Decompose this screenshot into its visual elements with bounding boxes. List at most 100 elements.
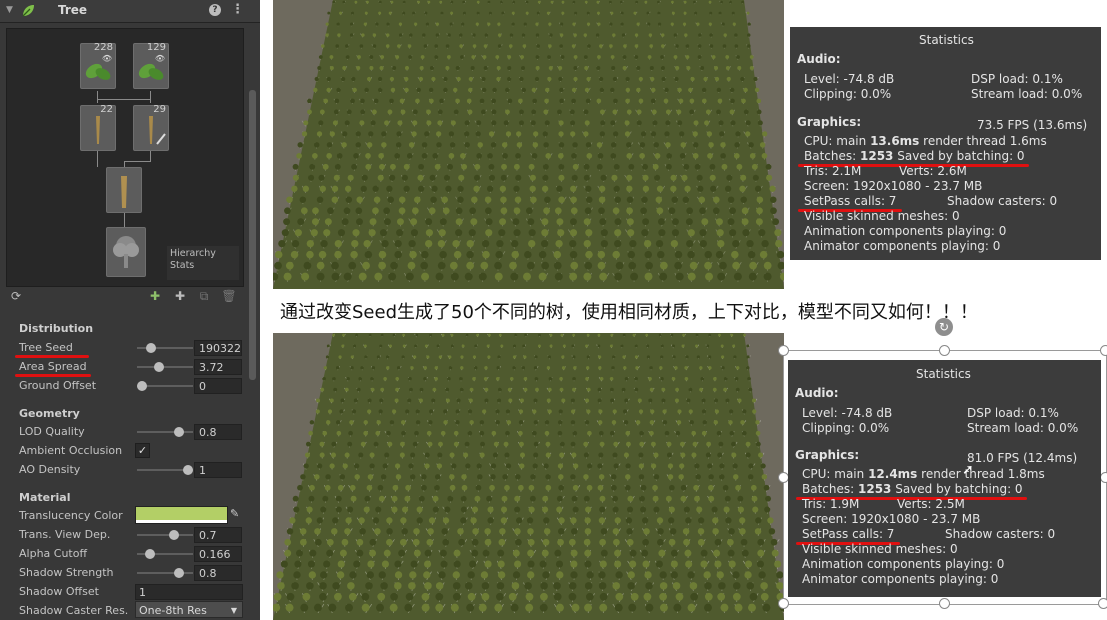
- distribution-header: Distribution: [19, 322, 94, 335]
- slider-thumb[interactable]: [169, 530, 180, 540]
- tris: Tris: 1.9M: [802, 497, 860, 511]
- kebab-menu-icon[interactable]: ⋮: [231, 2, 244, 17]
- stream-load: Stream load: 0.0%: [971, 87, 1083, 101]
- tree-seed-label: Tree Seed: [19, 341, 73, 354]
- alpha-cutoff-slider[interactable]: [137, 549, 193, 559]
- tree-grid-render: [273, 0, 784, 289]
- translucency-color-swatch[interactable]: [135, 506, 228, 524]
- slider-thumb[interactable]: [173, 568, 184, 578]
- hierarchy-stats-label: Hierarchy Stats: [167, 246, 239, 280]
- mouse-cursor-icon: ➚: [962, 462, 974, 478]
- branch-group-node[interactable]: 29: [133, 104, 169, 151]
- inspector-scrollbar[interactable]: [249, 90, 256, 380]
- graphics-header: Graphics:: [795, 448, 860, 462]
- add-branch-group-icon[interactable]: ✚: [170, 287, 190, 305]
- area-spread-label: Area Spread: [19, 360, 87, 373]
- tree-inspector-panel: ▼ Tree ? ⋮ 228 👁 129 👁 22 29 Hierarchy S…: [0, 0, 260, 620]
- ao-density-label: AO Density: [19, 463, 81, 476]
- add-leaf-group-icon[interactable]: ✚: [145, 287, 165, 305]
- root-node[interactable]: [106, 227, 146, 277]
- ambient-occlusion-checkbox[interactable]: ✓: [135, 443, 150, 458]
- tree-hierarchy-view[interactable]: 228 👁 129 👁 22 29 Hierarchy Stats: [6, 28, 244, 287]
- trans-view-dep-label: Trans. View Dep.: [19, 528, 111, 541]
- cpu-line: CPU: main 13.6ms render thread 1.6ms: [804, 134, 1047, 148]
- setpass-calls: SetPass calls: 7: [804, 194, 897, 208]
- hierarchy-toolbar: ⟳ ✚ ✚ ⧉ 🗑: [6, 287, 242, 305]
- statistics-panel-top: Statistics Audio: Level: -74.8 dB DSP lo…: [790, 27, 1101, 260]
- geometry-header: Geometry: [19, 407, 80, 420]
- delete-group-icon[interactable]: 🗑: [219, 287, 239, 305]
- audio-level: Level: -74.8 dB: [802, 406, 893, 420]
- shadow-strength-field[interactable]: 0.8: [194, 565, 242, 581]
- tree-component-icon: [20, 3, 36, 22]
- area-spread-field[interactable]: 3.72: [194, 359, 242, 375]
- audio-header: Audio:: [795, 386, 839, 400]
- component-title: Tree: [58, 3, 88, 17]
- slider-thumb[interactable]: [146, 343, 157, 353]
- stats-title: Statistics: [919, 33, 974, 47]
- resize-handle[interactable]: [939, 345, 950, 356]
- shadow-caster-res-dropdown[interactable]: One-8th Res ▼: [135, 601, 243, 618]
- shadow-strength-slider[interactable]: [137, 568, 193, 578]
- lod-quality-slider[interactable]: [137, 427, 193, 437]
- shadow-casters: Shadow casters: 0: [945, 527, 1056, 541]
- fps: 81.0 FPS (12.4ms): [967, 451, 1078, 465]
- leaf-group-node[interactable]: 129 👁: [133, 42, 169, 89]
- slider-thumb[interactable]: [173, 427, 184, 437]
- shadow-caster-res-label: Shadow Caster Res.: [19, 604, 129, 617]
- ao-density-field[interactable]: 1: [194, 462, 242, 478]
- graphics-header: Graphics:: [797, 115, 862, 129]
- resize-handle[interactable]: [778, 345, 789, 356]
- branch-group-node[interactable]: 22: [80, 104, 116, 151]
- ground-offset-field[interactable]: 0: [194, 378, 242, 394]
- refresh-icon[interactable]: ⟳: [6, 287, 26, 305]
- alpha-cutoff-label: Alpha Cutoff: [19, 547, 88, 560]
- tree-seed-field[interactable]: 190322: [194, 340, 242, 356]
- translucency-color-label: Translucency Color: [19, 509, 123, 522]
- leaf-group-node[interactable]: 228 👁: [80, 42, 116, 89]
- ground-offset-slider[interactable]: [137, 381, 193, 391]
- tree-grid-render: [273, 333, 784, 620]
- trans-view-dep-field[interactable]: 0.7: [194, 527, 242, 543]
- trans-view-dep-slider[interactable]: [137, 530, 193, 540]
- animation-components: Animation components playing: 0: [802, 557, 1005, 571]
- scene-viewport-top[interactable]: [273, 0, 784, 289]
- slider-thumb[interactable]: [144, 549, 155, 559]
- slider-thumb[interactable]: [183, 465, 193, 475]
- ground-offset-label: Ground Offset: [19, 379, 97, 392]
- dsp-load: DSP load: 0.1%: [971, 72, 1063, 86]
- setpass-calls: SetPass calls: 7: [802, 527, 895, 541]
- red-underline: [15, 355, 89, 358]
- resize-handle[interactable]: [939, 598, 950, 609]
- slider-thumb[interactable]: [154, 362, 165, 372]
- dropdown-arrow-icon: ▼: [230, 606, 237, 615]
- fps: 73.5 FPS (13.6ms): [977, 118, 1088, 132]
- tree-seed-slider[interactable]: [137, 343, 193, 353]
- shadow-casters: Shadow casters: 0: [947, 194, 1058, 208]
- rotate-handle-icon[interactable]: ↻: [935, 318, 953, 336]
- lod-quality-field[interactable]: 0.8: [194, 424, 242, 440]
- area-spread-slider[interactable]: [137, 362, 193, 372]
- shadow-offset-field[interactable]: 1: [135, 584, 243, 600]
- help-icon[interactable]: ?: [209, 4, 221, 16]
- foldout-arrow-icon[interactable]: ▼: [6, 5, 13, 15]
- visibility-eye-icon[interactable]: 👁: [155, 54, 165, 63]
- eyedropper-icon[interactable]: ✎: [230, 507, 239, 520]
- resize-handle[interactable]: [1100, 472, 1107, 483]
- resize-handle[interactable]: [1100, 345, 1107, 356]
- cpu-line: CPU: main 12.4ms render thread 1.8ms: [802, 467, 1045, 481]
- resize-handle[interactable]: [778, 598, 789, 609]
- animator-components: Animator components playing: 0: [802, 572, 999, 586]
- trunk-node[interactable]: [106, 167, 142, 213]
- verts: Verts: 2.6M: [899, 164, 967, 178]
- animation-components: Animation components playing: 0: [804, 224, 1007, 238]
- resize-handle[interactable]: [1098, 598, 1107, 609]
- tris: Tris: 2.1M: [804, 164, 862, 178]
- duplicate-group-icon[interactable]: ⧉: [194, 287, 214, 305]
- ao-density-slider[interactable]: [137, 465, 193, 475]
- alpha-cutoff-field[interactable]: 0.166: [194, 546, 242, 562]
- visibility-eye-icon[interactable]: 👁: [102, 54, 112, 63]
- verts: Verts: 2.5M: [897, 497, 965, 511]
- scene-viewport-bottom[interactable]: [273, 333, 784, 620]
- slider-thumb[interactable]: [137, 381, 147, 391]
